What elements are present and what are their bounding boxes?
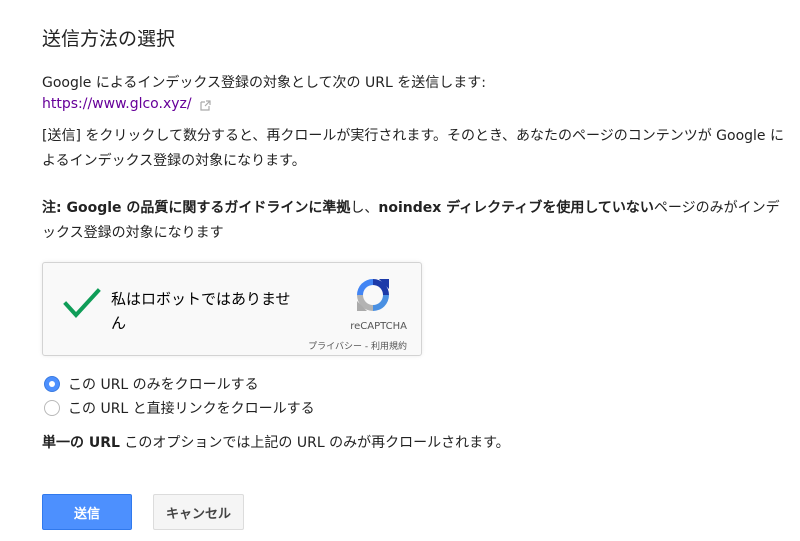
note-text-1: し、	[350, 200, 379, 216]
cancel-button[interactable]: キャンセル	[153, 494, 244, 530]
submitted-url-link[interactable]: https://www.glco.xyz/	[42, 96, 192, 112]
guideline-note: 注: Google の品質に関するガイドラインに準拠し、noindex ディレク…	[42, 196, 787, 246]
radio-option-url-and-links[interactable]: この URL と直接リンクをクロールする	[44, 398, 315, 418]
radio-button-selected[interactable]	[44, 376, 60, 392]
external-link-icon[interactable]	[199, 99, 211, 111]
checkmark-icon	[63, 288, 101, 318]
captcha-checkbox[interactable]	[63, 287, 101, 321]
radio-label-url-and-links: この URL と直接リンクをクロールする	[68, 401, 315, 417]
captcha-label: 私はロボットではありません	[111, 290, 291, 332]
dialog-title: 送信方法の選択	[42, 28, 176, 50]
recaptcha-widget: 私はロボットではありません reCAPTCHA プライバシー - 利用規約	[42, 262, 422, 356]
radio-option-url-only[interactable]: この URL のみをクロールする	[44, 374, 259, 394]
recaptcha-links: プライバシー - 利用規約	[308, 339, 407, 352]
option-description-bold: 単一の URL	[42, 435, 120, 451]
privacy-link[interactable]: プライバシー	[308, 342, 362, 352]
submit-button[interactable]: 送信	[42, 494, 132, 530]
radio-label-url-only: この URL のみをクロールする	[68, 377, 259, 393]
option-description: 単一の URL このオプションでは上記の URL のみが再クロールされます。	[42, 432, 510, 452]
terms-link[interactable]: 利用規約	[371, 342, 407, 352]
intro-text: Google によるインデックス登録の対象として次の URL を送信します:	[42, 75, 486, 91]
url-line: https://www.glco.xyz/	[42, 96, 211, 112]
note-bold-middle: noindex ディレクティブを使用していない	[378, 200, 654, 216]
option-description-text: このオプションでは上記の URL のみが再クロールされます。	[119, 435, 510, 451]
recaptcha-brand: reCAPTCHA	[350, 321, 407, 332]
recaptcha-logo-icon	[353, 275, 393, 315]
note-bold-prefix: 注: Google の品質に関するガイドラインに準拠	[42, 200, 351, 216]
radio-button-unselected[interactable]	[44, 400, 60, 416]
link-separator: -	[362, 342, 371, 352]
submit-explanation: [送信] をクリックして数分すると、再クロールが実行されます。そのとき、あなたの…	[42, 128, 785, 169]
